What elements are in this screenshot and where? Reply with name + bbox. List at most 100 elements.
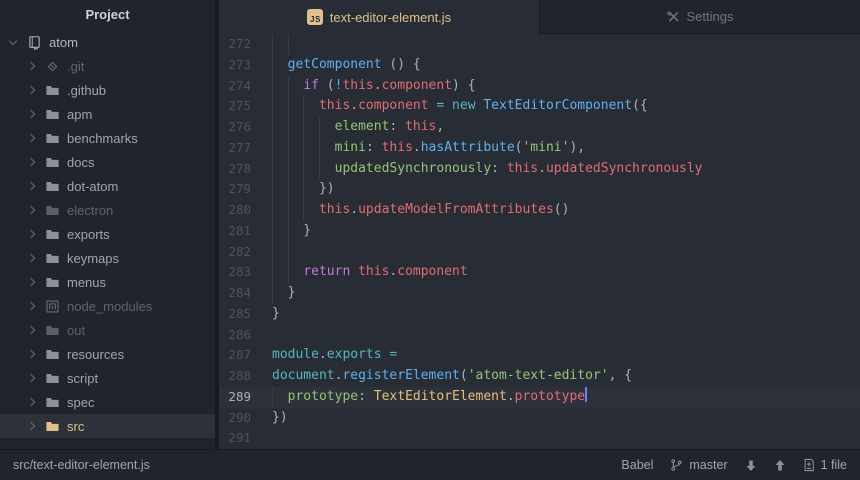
code-line[interactable]: 272 <box>219 34 860 55</box>
code-line[interactable]: 281 } <box>219 221 860 242</box>
indent-guide <box>288 242 289 263</box>
line-number[interactable]: 276 <box>219 117 272 138</box>
chevron-right-icon[interactable] <box>27 302 35 310</box>
code-line[interactable]: 286 <box>219 325 860 346</box>
arrow-up-icon <box>774 459 786 472</box>
indent-guide <box>272 159 273 180</box>
chevron-right-icon[interactable] <box>27 206 35 214</box>
tree-item-out[interactable]: out <box>0 318 215 342</box>
line-number[interactable]: 287 <box>219 345 272 366</box>
line-number[interactable]: 291 <box>219 428 272 449</box>
line-number[interactable]: 274 <box>219 76 272 97</box>
tree-item-spec[interactable]: spec <box>0 390 215 414</box>
tab-bar: JS text-editor-element.js Settings <box>219 0 860 34</box>
line-number[interactable]: 283 <box>219 262 272 283</box>
chevron-right-icon[interactable] <box>27 182 35 190</box>
line-number[interactable]: 286 <box>219 325 272 346</box>
folder-icon <box>45 419 60 434</box>
line-number[interactable]: 280 <box>219 200 272 221</box>
code-line[interactable]: 274 if (!this.component) { <box>219 76 860 97</box>
chevron-right-icon[interactable] <box>27 134 35 142</box>
chevron-right-icon[interactable] <box>27 326 35 334</box>
line-number[interactable]: 279 <box>219 179 272 200</box>
tab-text-editor-element-js[interactable]: JS text-editor-element.js <box>219 0 539 34</box>
code-line[interactable]: 289 prototype: TextEditorElement.prototy… <box>219 387 860 408</box>
code-editor[interactable]: 272 273 getComponent () {274 if (!this.c… <box>219 34 860 449</box>
folder-icon <box>45 203 60 218</box>
code-line-content: return this.component <box>272 262 860 283</box>
file-count-label: 1 file <box>821 458 847 472</box>
chevron-right-icon[interactable] <box>27 374 35 382</box>
git-icon <box>45 59 60 74</box>
grammar-selector[interactable]: Babel <box>621 458 653 472</box>
chevron-right-icon[interactable] <box>27 62 35 70</box>
code-line[interactable]: 276 element: this, <box>219 117 860 138</box>
tree-item--github[interactable]: .github <box>0 78 215 102</box>
tree-item--git[interactable]: .git <box>0 54 215 78</box>
chevron-right-icon[interactable] <box>27 398 35 406</box>
code-line[interactable]: 288document.registerElement('atom-text-e… <box>219 366 860 387</box>
line-number[interactable]: 273 <box>219 55 272 76</box>
line-number[interactable]: 278 <box>219 159 272 180</box>
tree-item-electron[interactable]: electron <box>0 198 215 222</box>
git-branch-status[interactable]: master <box>670 458 727 472</box>
folder-icon <box>45 395 60 410</box>
git-changed-files[interactable]: 1 file <box>803 458 847 472</box>
line-number[interactable]: 285 <box>219 304 272 325</box>
chevron-right-icon[interactable] <box>27 110 35 118</box>
line-number[interactable]: 275 <box>219 96 272 117</box>
line-number[interactable]: 289 <box>219 387 272 408</box>
code-line[interactable]: 279 }) <box>219 179 860 200</box>
line-number[interactable]: 272 <box>219 34 272 55</box>
chevron-right-icon[interactable] <box>27 278 35 286</box>
code-line[interactable]: 285} <box>219 304 860 325</box>
tree-item-docs[interactable]: docs <box>0 150 215 174</box>
tree-item-keymaps[interactable]: keymaps <box>0 246 215 270</box>
chevron-right-icon[interactable] <box>27 254 35 262</box>
chevron-right-icon[interactable] <box>27 230 35 238</box>
code-line[interactable]: 278 updatedSynchronously: this.updatedSy… <box>219 159 860 180</box>
tree-item-src[interactable]: src <box>0 414 215 438</box>
chevron-right-icon[interactable] <box>27 158 35 166</box>
tree-item-label: node_modules <box>67 299 152 314</box>
tree-item-script[interactable]: script <box>0 366 215 390</box>
code-line[interactable]: 280 this.updateModelFromAttributes() <box>219 200 860 221</box>
line-number[interactable]: 290 <box>219 408 272 429</box>
chevron-right-icon[interactable] <box>27 86 35 94</box>
code-line[interactable]: 277 mini: this.hasAttribute('mini'), <box>219 138 860 159</box>
line-number[interactable]: 282 <box>219 242 272 263</box>
code-line-content: this.updateModelFromAttributes() <box>272 200 860 221</box>
tree-item-label: .git <box>67 59 84 74</box>
tree-item-benchmarks[interactable]: benchmarks <box>0 126 215 150</box>
code-line[interactable]: 283 return this.component <box>219 262 860 283</box>
indent-guide <box>272 138 273 159</box>
code-line[interactable]: 284 } <box>219 283 860 304</box>
chevron-down-icon[interactable] <box>9 36 17 44</box>
tree-item-atom[interactable]: atom <box>0 30 215 54</box>
code-line[interactable]: 275 this.component = new TextEditorCompo… <box>219 96 860 117</box>
line-number[interactable]: 284 <box>219 283 272 304</box>
line-number[interactable]: 281 <box>219 221 272 242</box>
code-line[interactable]: 290}) <box>219 408 860 429</box>
tree-item-resources[interactable]: resources <box>0 342 215 366</box>
tab-settings[interactable]: Settings <box>539 0 860 33</box>
tree-item-node-modules[interactable]: node_modules <box>0 294 215 318</box>
git-pull-button[interactable] <box>745 459 757 472</box>
git-push-button[interactable] <box>774 459 786 472</box>
code-line[interactable]: 282 <box>219 242 860 263</box>
code-line-content: if (!this.component) { <box>272 76 860 97</box>
chevron-right-icon[interactable] <box>27 422 35 430</box>
tree-item-apm[interactable]: apm <box>0 102 215 126</box>
line-number[interactable]: 288 <box>219 366 272 387</box>
javascript-file-icon: JS <box>307 9 323 25</box>
code-line[interactable]: 273 getComponent () { <box>219 55 860 76</box>
line-number[interactable]: 277 <box>219 138 272 159</box>
chevron-right-icon[interactable] <box>27 350 35 358</box>
tree-item-menus[interactable]: menus <box>0 270 215 294</box>
code-line[interactable]: 291 <box>219 428 860 449</box>
folder-icon <box>45 251 60 266</box>
tree-item-dot-atom[interactable]: dot-atom <box>0 174 215 198</box>
code-line[interactable]: 287module.exports = <box>219 345 860 366</box>
indent-guide <box>288 200 289 221</box>
tree-item-exports[interactable]: exports <box>0 222 215 246</box>
